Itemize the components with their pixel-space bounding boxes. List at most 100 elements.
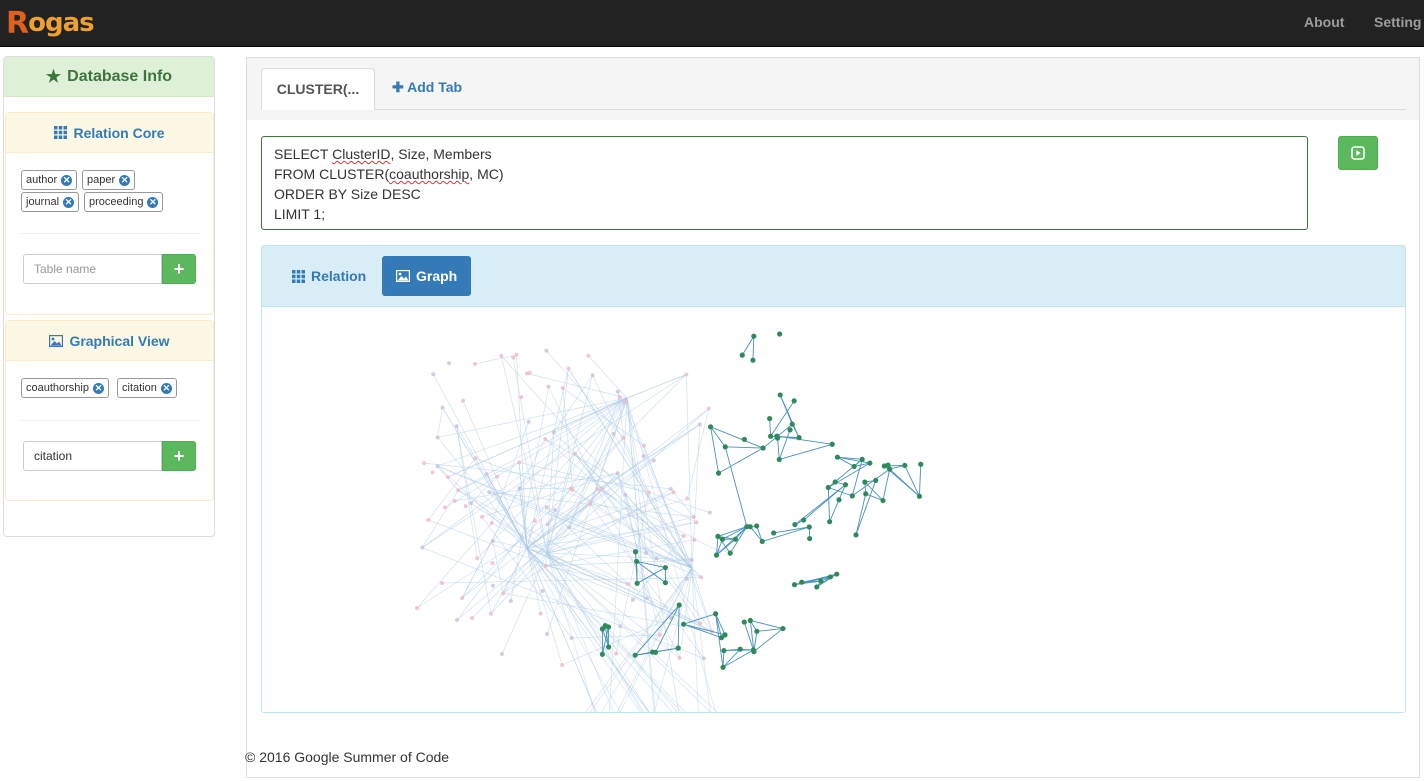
graph-node[interactable] (454, 424, 459, 429)
graph-node[interactable] (771, 530, 777, 536)
graph-node[interactable] (747, 524, 753, 530)
graph-node[interactable] (651, 458, 656, 463)
graph-node[interactable] (501, 591, 506, 596)
graph-node[interactable] (676, 602, 682, 608)
graph-node[interactable] (694, 520, 699, 525)
graph-node[interactable] (440, 581, 444, 585)
graph-node[interactable] (662, 564, 669, 571)
graph-node[interactable] (722, 444, 728, 450)
tag-coauthorship[interactable]: coauthorship ✕ (21, 378, 109, 398)
graph-node[interactable] (902, 462, 908, 469)
graph-node[interactable] (721, 647, 727, 654)
graph-node[interactable] (780, 625, 786, 632)
graph-node[interactable] (420, 545, 425, 550)
graph-node[interactable] (668, 486, 673, 491)
graph-node[interactable] (632, 652, 638, 658)
graph-node[interactable] (712, 611, 719, 617)
graph-node[interactable] (544, 348, 549, 353)
network-graph[interactable] (262, 308, 1405, 712)
graph-node[interactable] (829, 441, 835, 447)
graph-node[interactable] (825, 484, 831, 491)
graph-node[interactable] (600, 486, 605, 491)
graph-node[interactable] (519, 395, 524, 400)
graph-node[interactable] (675, 645, 681, 651)
graph-node[interactable] (807, 535, 813, 542)
graph-node[interactable] (671, 490, 676, 495)
graph-node[interactable] (760, 445, 766, 451)
tag-journal[interactable]: journal ✕ (21, 192, 80, 212)
graph-node[interactable] (560, 386, 565, 391)
graph-node[interactable] (634, 558, 640, 565)
graph-node[interactable] (426, 517, 431, 522)
graph-node[interactable] (849, 493, 855, 499)
graph-node[interactable] (880, 497, 886, 504)
graph-node[interactable] (863, 491, 869, 497)
tab-cluster[interactable]: CLUSTER(... (261, 68, 375, 110)
graph-node[interactable] (543, 437, 548, 442)
add-tab-button[interactable]: ✚ Add Tab (392, 79, 462, 96)
remove-icon[interactable]: ✕ (160, 382, 172, 394)
graph-node[interactable] (491, 583, 496, 588)
graph-node[interactable] (623, 399, 628, 404)
graph-node[interactable] (538, 611, 543, 616)
graph-node[interactable] (606, 644, 612, 650)
tag-citation[interactable]: citation ✕ (117, 378, 177, 398)
graph-node[interactable] (684, 372, 689, 377)
graph-node[interactable] (546, 384, 551, 389)
graph-node[interactable] (834, 571, 840, 577)
graph-node[interactable] (611, 431, 616, 436)
graph-node[interactable] (754, 628, 760, 634)
graph-node[interactable] (455, 618, 459, 622)
graph-node[interactable] (737, 646, 743, 652)
graph-node[interactable] (842, 482, 849, 488)
graph-node[interactable] (719, 536, 726, 542)
graph-node[interactable] (715, 533, 721, 539)
graph-node[interactable] (572, 451, 577, 456)
tag-paper[interactable]: paper ✕ (82, 170, 136, 190)
graph-node[interactable] (490, 561, 495, 566)
table-name-input[interactable]: Table name (23, 254, 162, 284)
graph-node[interactable] (473, 456, 478, 461)
graph-node[interactable] (517, 486, 522, 491)
graph-node[interactable] (776, 456, 782, 463)
graph-node[interactable] (759, 538, 765, 545)
graph-node[interactable] (774, 435, 781, 441)
graph-node[interactable] (508, 598, 513, 603)
graph-node[interactable] (646, 490, 651, 495)
graph-node[interactable] (751, 333, 757, 339)
graph-node[interactable] (544, 505, 549, 510)
graph-node[interactable] (625, 581, 630, 586)
graph-node[interactable] (851, 463, 857, 470)
graph-node[interactable] (618, 624, 623, 629)
graph-node[interactable] (527, 370, 532, 375)
remove-icon[interactable]: ✕ (147, 196, 159, 208)
graph-node[interactable] (599, 651, 605, 657)
graph-node[interactable] (836, 497, 842, 503)
graph-node[interactable] (641, 454, 646, 459)
graph-node[interactable] (431, 372, 436, 377)
graph-node[interactable] (484, 471, 489, 476)
graph-node[interactable] (615, 389, 620, 394)
graph-node[interactable] (791, 582, 798, 588)
graph-node[interactable] (777, 331, 783, 337)
graph-node[interactable] (440, 405, 445, 410)
graph-node[interactable] (595, 487, 600, 492)
graph-node[interactable] (586, 353, 591, 358)
tab-relation[interactable]: Relation (278, 256, 380, 296)
graph-node[interactable] (488, 611, 493, 616)
graph-node[interactable] (707, 510, 712, 515)
graph-node[interactable] (463, 504, 468, 509)
graph-node[interactable] (751, 649, 757, 655)
graph-node[interactable] (489, 521, 494, 526)
graph-node[interactable] (452, 498, 457, 503)
graph-node[interactable] (796, 435, 802, 441)
graph-node[interactable] (435, 464, 440, 469)
graph-node[interactable] (657, 632, 662, 637)
graph-node[interactable] (701, 656, 706, 661)
graph-node[interactable] (699, 575, 704, 580)
graph-node[interactable] (456, 488, 461, 493)
graph-node[interactable] (747, 617, 753, 624)
graph-node[interactable] (799, 579, 805, 585)
graph-node[interactable] (634, 580, 640, 586)
graph-node[interactable] (545, 632, 550, 637)
